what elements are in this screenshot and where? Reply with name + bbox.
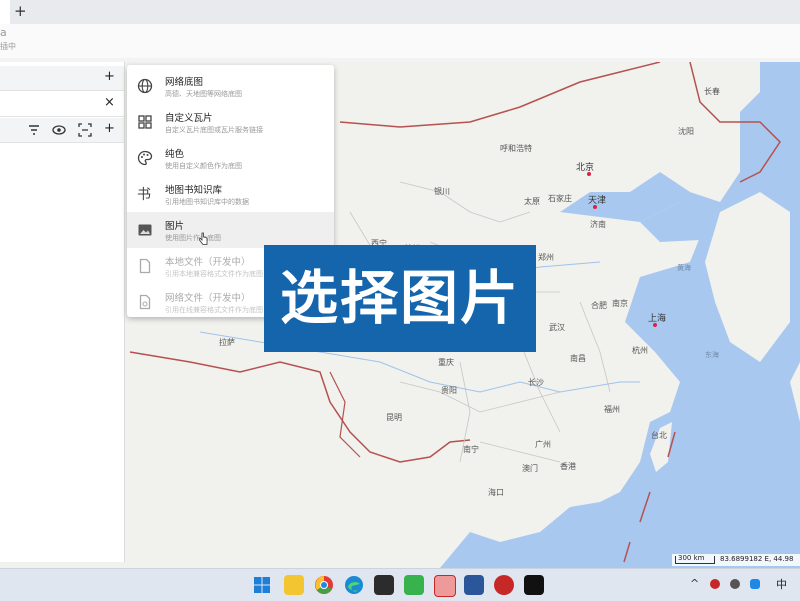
eye-icon[interactable]	[52, 123, 66, 137]
file-explorer-icon[interactable]	[284, 575, 304, 595]
coordinate-readout: 83.6899182 E, 44.98	[720, 555, 794, 563]
close-icon[interactable]: ×	[104, 95, 115, 110]
caption-banner-text: 选择图片	[279, 264, 520, 332]
chrome-icon[interactable]	[314, 575, 334, 595]
book-icon: 书	[137, 187, 151, 203]
app-icon-recorder[interactable]	[434, 575, 456, 597]
scale-label: 300 km	[678, 554, 705, 562]
dropdown-item-subtitle: 高德、天地图等网络底图	[165, 90, 242, 98]
file-icon	[139, 258, 151, 274]
active-tab[interactable]	[0, 0, 10, 24]
tray-app-icon[interactable]	[730, 579, 740, 589]
word-icon[interactable]	[464, 575, 484, 595]
dropdown-item-subtitle: 引用本地兼容格式文件作为底图	[165, 270, 263, 278]
tray-app-icon[interactable]	[750, 579, 760, 589]
layer-panel: + × +	[0, 62, 125, 562]
add-layer-button[interactable]: +	[104, 69, 115, 84]
globe-icon	[137, 78, 153, 94]
dropdown-item-title: 地图书知识库	[165, 185, 223, 196]
new-tab-button[interactable]: +	[14, 2, 27, 20]
hand-cursor-icon	[199, 232, 208, 245]
dropdown-item-image[interactable]: 图片 使用图片作为底图	[127, 212, 334, 248]
add-button[interactable]: +	[104, 121, 115, 136]
palette-icon	[137, 150, 153, 166]
panel-header-row: +	[0, 66, 124, 91]
app-icon-red[interactable]	[494, 575, 514, 595]
link-file-icon	[139, 294, 151, 310]
dropdown-item-subtitle: 引用在线兼容格式文件作为底图	[165, 306, 263, 314]
tab-bar: +	[0, 0, 800, 24]
map-scale-bar: 300 km 83.6899182 E, 44.98	[672, 554, 800, 566]
dropdown-item-map-book[interactable]: 书 地图书知识库 引用地图书知识库中的数据	[127, 176, 334, 212]
tray-overflow-icon[interactable]: ^	[690, 577, 699, 590]
dropdown-item-subtitle: 使用自定义颜色作为底图	[165, 162, 242, 170]
dropdown-item-solid-color[interactable]: 纯色 使用自定义颜色作为底图	[127, 140, 334, 176]
filter-icon[interactable]	[28, 124, 40, 136]
dropdown-item-title: 图片	[165, 221, 185, 232]
windows-start-icon[interactable]	[254, 577, 270, 593]
expand-icon[interactable]	[78, 123, 92, 137]
dropdown-item-title: 纯色	[165, 149, 185, 160]
dropdown-item-title: 网络底图	[165, 77, 204, 88]
dropdown-item-title: 网络文件（开发中）	[165, 293, 251, 304]
dropdown-item-title: 本地文件（开发中）	[165, 257, 251, 268]
panel-search-row: ×	[0, 92, 124, 117]
dropdown-item-subtitle: 自定义瓦片底图或瓦片服务链接	[165, 126, 263, 134]
toolbar-fragment: a	[0, 26, 7, 39]
image-icon	[138, 224, 152, 236]
app-toolbar: a 插中 文件 编辑	[0, 24, 800, 72]
dropdown-item-custom-tiles[interactable]: 自定义瓦片 自定义瓦片底图或瓦片服务链接	[127, 104, 334, 140]
edge-icon[interactable]	[344, 575, 364, 595]
terminal-icon[interactable]	[374, 575, 394, 595]
tray-app-icon[interactable]	[710, 579, 720, 589]
toolbar-fragment-sub: 插中	[0, 42, 16, 51]
layer-toolbar-row: +	[0, 118, 124, 143]
dropdown-item-subtitle: 引用地图书知识库中的数据	[165, 198, 249, 206]
os-taskbar: ^ 中	[0, 568, 800, 601]
capcut-icon[interactable]	[524, 575, 544, 595]
grid-icon	[138, 115, 152, 129]
caption-banner: 选择图片	[264, 245, 536, 352]
app-icon-green[interactable]	[404, 575, 424, 595]
input-method-indicator[interactable]: 中	[776, 576, 787, 592]
dropdown-item-subtitle: 使用图片作为底图	[165, 234, 221, 242]
dropdown-item-network-basemap[interactable]: 网络底图 高德、天地图等网络底图	[127, 68, 334, 104]
dropdown-item-title: 自定义瓦片	[165, 113, 213, 124]
